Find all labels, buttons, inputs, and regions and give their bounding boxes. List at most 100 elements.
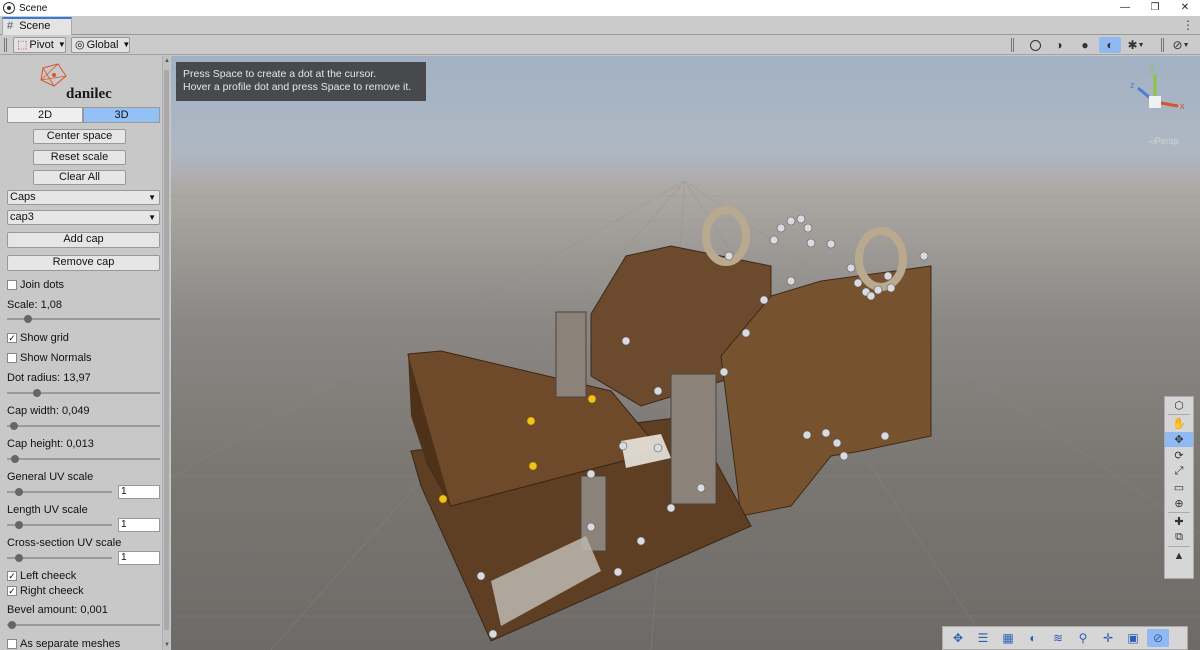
rect-icon[interactable]: ▭ — [1165, 480, 1193, 495]
scene-render — [171, 180, 1200, 650]
snap-icon[interactable]: ⧉ — [1165, 530, 1193, 545]
kebab-menu-icon[interactable]: ⋮ — [1182, 18, 1194, 32]
slider-handle[interactable] — [33, 389, 42, 397]
view-icon[interactable]: ⬡ — [1165, 398, 1193, 413]
scrollbar-thumb[interactable] — [164, 70, 169, 630]
category-dropdown[interactable]: Caps ▼ — [7, 190, 160, 205]
minimize-button[interactable]: — — [1110, 0, 1140, 16]
cross-uv-field[interactable]: 1 — [118, 551, 160, 565]
general-uv-field[interactable]: 1 — [118, 485, 160, 499]
left-cheeck-toggle[interactable]: ✓ Left cheeck — [7, 570, 76, 582]
axis-gizmo-icon[interactable]: y x z — [1120, 62, 1190, 134]
scroll-down-icon[interactable]: ▼ — [164, 642, 170, 648]
item-dropdown[interactable]: cap3 ▼ — [7, 210, 160, 225]
perspective-label[interactable]: ◅Persp — [1148, 136, 1178, 147]
slider-handle[interactable] — [9, 422, 18, 430]
move-icon[interactable]: ✥ — [947, 629, 969, 647]
search-icon[interactable]: ⚲ — [1072, 629, 1094, 647]
align-icon[interactable]: ☰ — [972, 629, 994, 647]
bevel-slider[interactable] — [7, 621, 160, 629]
mode-2d-button[interactable]: 2D — [7, 107, 83, 123]
cap-width-slider[interactable] — [7, 422, 160, 430]
reset-scale-button[interactable]: Reset scale — [33, 150, 126, 165]
rotate-icon[interactable]: ⟳ — [1165, 448, 1193, 463]
cross-uv-slider[interactable] — [7, 554, 112, 562]
tab-scene[interactable]: # Scene — [2, 17, 72, 36]
remove-cap-button[interactable]: Remove cap — [7, 255, 160, 271]
global-label: Global — [86, 39, 119, 51]
scale-icon[interactable]: ⤢ — [1165, 464, 1193, 479]
chevron-down-icon: ▼ — [148, 193, 156, 202]
general-uv-slider[interactable] — [7, 488, 112, 496]
move-icon[interactable]: ✥ — [1165, 432, 1193, 447]
right-cheeck-label: Right cheeck — [20, 585, 84, 597]
layers-icon[interactable]: ≋ — [1047, 629, 1069, 647]
clear-all-button[interactable]: Clear All — [33, 170, 126, 185]
sphere-icon[interactable]: ● — [1074, 37, 1096, 53]
slider-handle[interactable] — [14, 488, 23, 496]
slider-handle[interactable] — [11, 455, 20, 463]
unity-logo-icon — [3, 2, 15, 14]
slider-track — [7, 458, 160, 460]
gizmo-icon[interactable]: ⊘ ▼ — [1170, 37, 1192, 53]
center-space-button[interactable]: Center space — [33, 129, 126, 144]
orientation-gizmo[interactable]: y x z ◅Persp — [1120, 62, 1190, 146]
length-uv-field[interactable]: 1 — [118, 518, 160, 532]
transform-icon[interactable]: ⊕ — [1165, 496, 1193, 511]
bug-icon[interactable]: ✱ ▼ — [1125, 37, 1147, 53]
compass-icon[interactable]: ⊘ — [1147, 629, 1169, 647]
camera-icon[interactable]: ▣ — [1122, 629, 1144, 647]
show-normals-checkbox[interactable] — [7, 353, 17, 363]
paint-icon[interactable]: ▲ — [1165, 548, 1193, 563]
cross-uv-label: Cross-section UV scale — [7, 537, 122, 549]
separate-meshes-toggle[interactable]: As separate meshes — [7, 638, 120, 650]
panel-scrollbar[interactable]: ▲ ▼ — [162, 56, 170, 650]
instructions-tooltip: Press Space to create a dot at the curso… — [176, 62, 426, 101]
close-button[interactable]: ✕ — [1170, 0, 1200, 16]
mode-3d-button[interactable]: 3D — [83, 107, 160, 123]
custom-tool-icon[interactable]: ✚ — [1165, 514, 1193, 529]
scale-slider[interactable] — [7, 315, 160, 323]
left-cheeck-checkbox[interactable]: ✓ — [7, 571, 17, 581]
scale-label: Scale: 1,08 — [7, 299, 63, 311]
add-cap-button[interactable]: Add cap — [7, 232, 160, 248]
show-normals-label: Show Normals — [20, 352, 92, 364]
show-grid-toggle[interactable]: ✓ Show grid — [7, 332, 69, 344]
shading-icon[interactable]: ◑ — [1048, 37, 1070, 53]
right-cheeck-checkbox[interactable]: ✓ — [7, 586, 17, 596]
grid-icon[interactable]: ▦ — [997, 629, 1019, 647]
join-dots-checkbox[interactable] — [7, 280, 17, 290]
slider-handle[interactable] — [8, 621, 17, 629]
show-normals-toggle[interactable]: Show Normals — [7, 352, 92, 364]
right-cheeck-toggle[interactable]: ✓ Right cheeck — [7, 585, 84, 597]
slider-track — [7, 491, 112, 493]
title-bar: Scene — ❐ ✕ — [0, 0, 1200, 16]
slider-track — [7, 624, 160, 626]
sphere-icon[interactable]: ◐ — [1022, 629, 1044, 647]
pan-icon[interactable]: ✛ — [1097, 629, 1119, 647]
slider-handle[interactable] — [14, 554, 23, 562]
show-grid-checkbox[interactable]: ✓ — [7, 333, 17, 343]
globe-icon[interactable] — [1024, 37, 1046, 53]
svg-text:y: y — [1150, 63, 1155, 73]
scroll-up-icon[interactable]: ▲ — [164, 58, 170, 64]
dot-radius-slider[interactable] — [7, 389, 160, 397]
join-dots-label: Join dots — [20, 279, 65, 291]
toolbar-grip[interactable] — [4, 38, 7, 52]
pivot-dropdown[interactable]: ⬚ Pivot ▼ — [13, 37, 66, 53]
join-dots-toggle[interactable]: Join dots — [7, 279, 64, 291]
slider-handle[interactable] — [14, 521, 23, 529]
separate-meshes-checkbox[interactable] — [7, 639, 17, 649]
lighting-icon[interactable]: ◐ — [1099, 37, 1121, 53]
cap-height-slider[interactable] — [7, 455, 160, 463]
length-uv-slider[interactable] — [7, 521, 112, 529]
tool-panel: danilec 2D 3D Center space Reset scale C… — [0, 56, 170, 650]
toolbar-grip[interactable] — [1161, 38, 1164, 52]
global-dropdown[interactable]: ◎ Global ▼ — [71, 37, 130, 53]
hand-icon[interactable]: ✋ — [1165, 416, 1193, 431]
slider-handle[interactable] — [24, 315, 33, 323]
scene-viewport[interactable]: Press Space to create a dot at the curso… — [171, 56, 1200, 650]
toolbar-grip[interactable] — [1011, 38, 1014, 52]
maximize-button[interactable]: ❐ — [1140, 0, 1170, 16]
separate-meshes-label: As separate meshes — [20, 638, 121, 650]
